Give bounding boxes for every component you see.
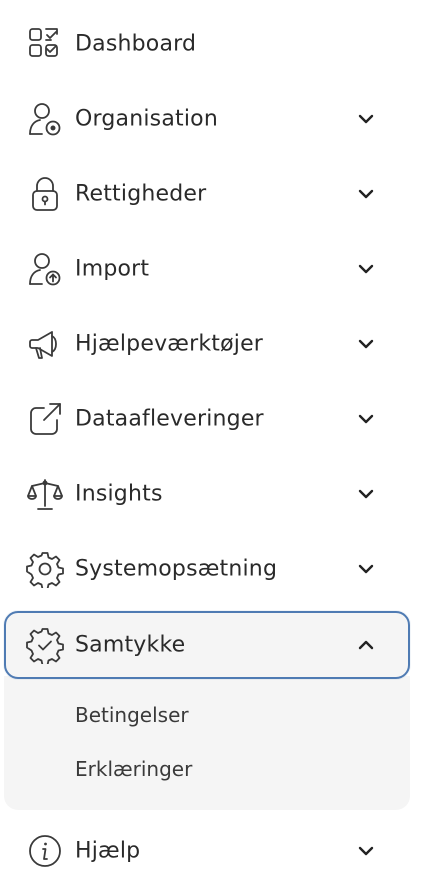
nav-item-import[interactable]: Import (4, 237, 410, 301)
chevron-down-icon[interactable] (355, 333, 377, 355)
lock-icon (26, 175, 64, 213)
nav-item-label: Dashboard (75, 31, 197, 57)
nav-item-label: Import (75, 256, 150, 282)
chevron-up-icon[interactable] (355, 634, 377, 656)
chevron-down-icon[interactable] (355, 108, 377, 130)
info-icon (26, 832, 64, 870)
nav-item-hjaelpevaerktoejer[interactable]: Hjælpeværktøjer (4, 312, 410, 376)
chevron-down-icon[interactable] (355, 258, 377, 280)
nav-item-hjaelp[interactable]: Hjælp (4, 819, 410, 883)
nav-item-label: Rettigheder (75, 181, 207, 207)
nav-item-label: Dataafleveringer (75, 406, 264, 432)
user-upload-icon (26, 250, 64, 288)
nav-item-insights[interactable]: Insights (4, 462, 410, 526)
chevron-down-icon[interactable] (355, 840, 377, 862)
chevron-down-icon[interactable] (355, 558, 377, 580)
nav-item-dataafleveringer[interactable]: Dataafleveringer (4, 387, 410, 451)
nav-item-label: Systemopsætning (75, 556, 278, 582)
external-link-icon (26, 400, 64, 438)
user-settings-icon (26, 100, 64, 138)
nav-item-label: Insights (75, 481, 163, 507)
nav-item-organisation[interactable]: Organisation (4, 87, 410, 151)
chevron-down-icon[interactable] (355, 183, 377, 205)
chevron-down-icon[interactable] (355, 408, 377, 430)
megaphone-icon (26, 325, 64, 363)
scale-icon (26, 475, 64, 513)
nav-item-label: Samtykke (75, 632, 186, 658)
nav-item-samtykke[interactable]: Samtykke (4, 611, 410, 679)
nav-item-label: Hjælpeværktøjer (75, 331, 264, 357)
samtykke-submenu: Betingelser Erklæringer (4, 676, 410, 810)
gear-icon (26, 550, 64, 588)
nav-item-systemopsaetning[interactable]: Systemopsætning (4, 537, 410, 601)
verified-badge-icon (26, 626, 64, 664)
submenu-item-betingelser[interactable]: Betingelser (75, 703, 189, 727)
nav-item-label: Organisation (75, 106, 218, 132)
submenu-item-erklaeringer[interactable]: Erklæringer (75, 757, 192, 781)
nav-item-label: Hjælp (75, 838, 141, 864)
dashboard-icon (26, 25, 64, 63)
nav-item-rettigheder[interactable]: Rettigheder (4, 162, 410, 226)
chevron-down-icon[interactable] (355, 483, 377, 505)
nav-item-dashboard[interactable]: Dashboard (4, 12, 410, 76)
